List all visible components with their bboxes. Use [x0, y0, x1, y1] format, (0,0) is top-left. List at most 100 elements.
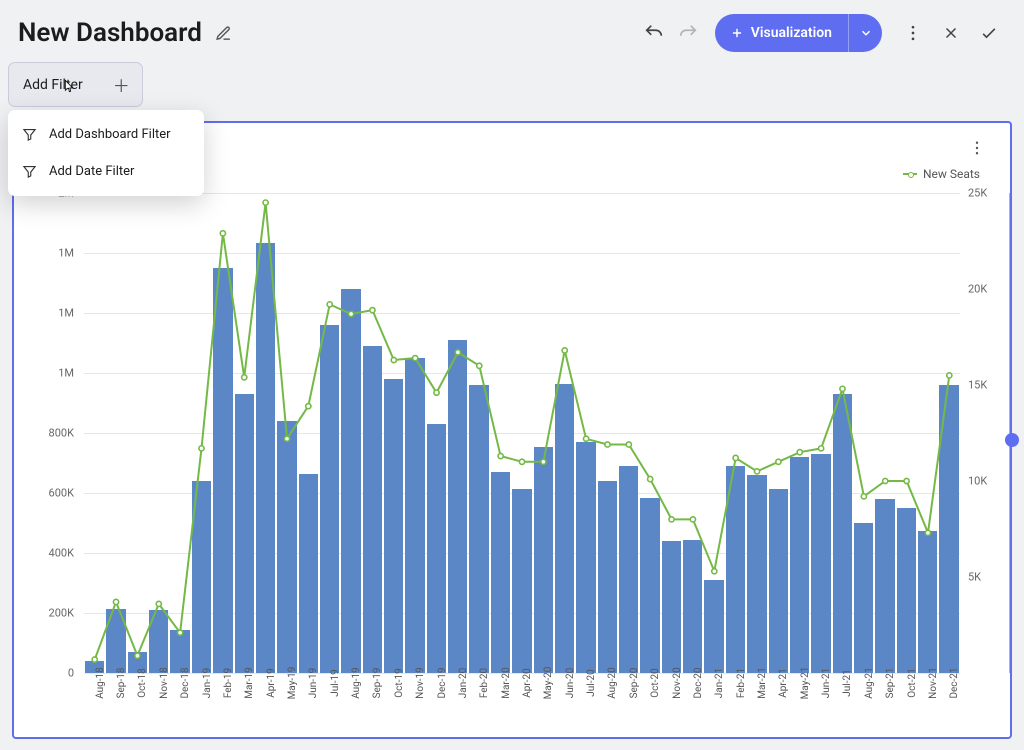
x-tick: Mar-19	[244, 667, 255, 699]
bar	[341, 289, 360, 673]
more-menu-button[interactable]	[896, 16, 930, 50]
close-button[interactable]	[934, 16, 968, 50]
y-left-tick: 600K	[49, 487, 74, 500]
bar	[619, 466, 638, 673]
add-date-filter-item[interactable]: Add Date Filter	[8, 153, 204, 190]
more-vertical-icon	[968, 139, 986, 157]
add-filter-label: Add Filter	[23, 77, 83, 93]
check-icon	[979, 23, 999, 43]
y-right-tick: 25K	[968, 187, 987, 200]
bar	[640, 498, 659, 674]
resize-handle[interactable]	[1005, 433, 1019, 447]
bar	[363, 346, 382, 673]
bar	[918, 531, 937, 674]
bar	[811, 454, 830, 673]
bar	[213, 268, 232, 673]
bar	[790, 457, 809, 673]
bar	[512, 489, 531, 674]
x-tick: Oct-19	[394, 668, 405, 697]
x-tick: Jul-19	[330, 669, 341, 696]
x-tick: Nov-20	[672, 667, 683, 699]
bar	[299, 474, 318, 674]
bar	[427, 424, 446, 673]
plus-icon	[730, 26, 744, 40]
bar	[491, 472, 510, 673]
y-left-tick: 800K	[49, 427, 74, 440]
redo-icon	[677, 22, 699, 44]
x-tick: Sep-19	[372, 668, 383, 699]
bar	[534, 447, 553, 674]
bar	[448, 340, 467, 673]
panel-menu-button[interactable]	[964, 135, 990, 161]
chevron-down-icon	[859, 26, 873, 40]
undo-button[interactable]	[637, 16, 671, 50]
page-title: New Dashboard	[18, 18, 202, 48]
pencil-icon	[215, 25, 232, 42]
x-tick: Jun-20	[565, 668, 576, 699]
add-filter-button[interactable]: Add Filter ＋	[8, 62, 143, 107]
filter-icon	[22, 127, 37, 142]
close-icon	[942, 24, 960, 42]
confirm-button[interactable]	[972, 16, 1006, 50]
bar	[576, 442, 595, 673]
y-right-tick: 10K	[968, 475, 987, 488]
bar	[897, 508, 916, 673]
bar	[405, 358, 424, 673]
add-visualization-label: Visualization	[751, 25, 832, 41]
x-tick: Apr-19	[266, 668, 277, 698]
bar	[683, 540, 702, 674]
x-tick: Jan-19	[202, 668, 213, 698]
x-tick: Aug-21	[864, 667, 875, 699]
bar	[704, 580, 723, 673]
add-visualization-button[interactable]: Visualization	[715, 14, 848, 52]
visualization-dropdown-caret[interactable]	[848, 14, 882, 52]
chart-plot-area	[84, 193, 960, 673]
x-tick: Sep-20	[629, 668, 640, 699]
bar	[875, 499, 894, 673]
y-right-tick: 15K	[968, 379, 987, 392]
x-tick: Dec-21	[949, 667, 960, 698]
x-tick: Oct-20	[650, 668, 661, 697]
x-tick: May-20	[543, 667, 554, 700]
x-tick: Sep-21	[885, 668, 896, 699]
bar	[277, 421, 296, 673]
plus-icon: ＋	[113, 72, 130, 97]
x-tick: Feb-19	[223, 668, 234, 698]
undo-icon	[643, 22, 665, 44]
bar	[833, 394, 852, 673]
y-left-tick: 200K	[49, 607, 74, 620]
edit-title-button[interactable]	[210, 19, 238, 47]
x-tick: Apr-20	[522, 668, 533, 698]
add-dashboard-filter-item[interactable]: Add Dashboard Filter	[8, 116, 204, 153]
bar	[939, 385, 958, 673]
bar	[149, 610, 168, 673]
x-tick: Sep-18	[116, 668, 127, 699]
bar	[769, 489, 788, 674]
y-left-tick: 0	[68, 667, 74, 680]
bar	[235, 394, 254, 673]
x-tick: Jul-20	[586, 669, 597, 696]
y-left-tick: 1M	[58, 307, 74, 320]
y-axis-right: 5K10K15K20K25K	[962, 193, 1010, 673]
bar	[598, 481, 617, 673]
x-axis: Aug-18Sep-18Oct-18Nov-18Dec-18Jan-19Feb-…	[84, 675, 960, 737]
x-tick: Nov-18	[159, 667, 170, 699]
bar	[384, 379, 403, 673]
y-right-tick: 5K	[968, 571, 981, 584]
x-tick: Jun-21	[821, 668, 832, 699]
chart-panel[interactable]: s New Seats 0200K400K600K800K1M1M1M2M 5K…	[12, 121, 1012, 739]
x-tick: Apr-21	[778, 668, 789, 698]
legend-swatch-line	[903, 173, 917, 175]
x-tick: Jun-19	[308, 668, 319, 699]
y-right-tick: 20K	[968, 283, 987, 296]
bar	[747, 475, 766, 673]
x-tick: Nov-19	[415, 667, 426, 699]
filter-icon	[22, 164, 37, 179]
bar	[320, 325, 339, 673]
x-tick: Feb-21	[736, 668, 747, 698]
bar	[106, 609, 125, 674]
x-tick: Aug-18	[95, 667, 106, 699]
redo-button[interactable]	[671, 16, 705, 50]
bar	[854, 523, 873, 673]
bar	[256, 243, 275, 673]
